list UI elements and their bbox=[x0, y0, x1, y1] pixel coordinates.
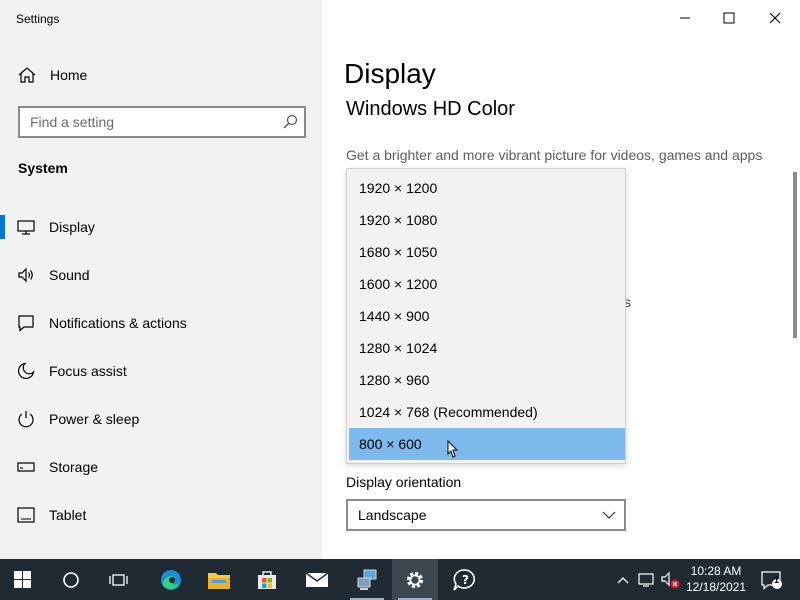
sidebar-item-power-sleep[interactable]: Power & sleep bbox=[0, 397, 322, 441]
home-label: Home bbox=[50, 67, 88, 83]
sidebar-item-focus-assist[interactable]: Focus assist bbox=[0, 349, 322, 393]
hd-color-description: Get a brighter and more vibrant picture … bbox=[346, 147, 763, 163]
resolution-option[interactable]: 1280 × 1024 bbox=[349, 332, 625, 364]
sidebar-item-tablet[interactable]: Tablet bbox=[0, 493, 322, 537]
chevron-down-icon bbox=[602, 511, 616, 519]
main-scrollbar[interactable] bbox=[792, 168, 798, 338]
resolution-option[interactable]: 1680 × 1050 bbox=[349, 236, 625, 268]
power-icon bbox=[18, 411, 34, 428]
search-icon[interactable] bbox=[282, 114, 298, 130]
option-label: 800 × 600 bbox=[359, 436, 422, 452]
mouse-cursor-icon bbox=[447, 440, 459, 458]
search-input[interactable] bbox=[30, 113, 270, 131]
resolution-option-selected[interactable]: 800 × 600 bbox=[349, 428, 625, 460]
feedback-hub-button[interactable]: ? bbox=[442, 559, 488, 600]
mail-icon bbox=[305, 571, 329, 587]
speaker-icon bbox=[18, 267, 33, 283]
resolution-option[interactable]: 1440 × 900 bbox=[349, 300, 625, 332]
option-label: 1280 × 960 bbox=[359, 372, 430, 388]
edge-app-button[interactable] bbox=[148, 559, 194, 600]
window-title: Settings bbox=[16, 12, 60, 26]
network-app-button[interactable] bbox=[344, 559, 390, 600]
sidebar-item-label: Power & sleep bbox=[49, 411, 140, 427]
network-tray-button[interactable] bbox=[636, 559, 658, 600]
sidebar-item-label: Sound bbox=[49, 267, 90, 283]
notification-icon bbox=[18, 315, 34, 332]
task-view-button[interactable] bbox=[96, 559, 142, 600]
file-explorer-icon bbox=[208, 572, 230, 589]
svg-text:?: ? bbox=[462, 573, 469, 587]
sidebar-item-partial[interactable] bbox=[18, 552, 34, 558]
sidebar-item-sound[interactable]: Sound bbox=[0, 253, 322, 297]
sidebar-item-notifications[interactable]: Notifications & actions bbox=[0, 301, 322, 345]
orientation-select[interactable]: Landscape bbox=[346, 499, 626, 531]
moon-icon bbox=[17, 362, 35, 380]
chevron-up-icon bbox=[617, 576, 629, 583]
sidebar-item-storage[interactable]: Storage bbox=[0, 445, 322, 489]
orientation-value: Landscape bbox=[358, 507, 427, 523]
resolution-option[interactable]: 1920 × 1200 bbox=[349, 172, 625, 204]
store-icon bbox=[258, 570, 276, 589]
sidebar-item-label: Display bbox=[49, 219, 95, 235]
display-icon bbox=[17, 220, 35, 235]
resolution-dropdown-list: 1920 × 1200 1920 × 1080 1680 × 1050 1600… bbox=[346, 168, 626, 464]
taskbar-search-button[interactable] bbox=[48, 559, 94, 600]
settings-sidebar: Settings Home System Display Sound bbox=[0, 0, 322, 559]
settings-icon bbox=[406, 571, 424, 588]
start-button[interactable] bbox=[0, 559, 46, 600]
volume-muted-icon bbox=[661, 571, 680, 588]
start-icon bbox=[14, 570, 31, 588]
scrollbar-thumb[interactable] bbox=[793, 172, 797, 338]
section-title: System bbox=[18, 160, 68, 176]
page-title: Display bbox=[344, 58, 436, 89]
resolution-option[interactable]: 1024 × 768 (Recommended) bbox=[349, 396, 625, 428]
option-label: 1600 × 1200 bbox=[359, 276, 438, 292]
task-view-icon bbox=[109, 573, 128, 586]
sidebar-item-label: Focus assist bbox=[49, 363, 127, 379]
option-label: 1920 × 1080 bbox=[359, 212, 438, 228]
settings-app-button[interactable] bbox=[392, 559, 438, 600]
tablet-icon bbox=[17, 507, 35, 523]
network-app-icon bbox=[357, 569, 377, 590]
store-button[interactable] bbox=[244, 559, 290, 600]
minimize-button[interactable] bbox=[670, 6, 700, 30]
storage-icon bbox=[17, 462, 35, 472]
option-label: 1280 × 1024 bbox=[359, 340, 438, 356]
resolution-option[interactable]: 1600 × 1200 bbox=[349, 268, 625, 300]
clock-date: 12/18/2021 bbox=[686, 580, 747, 594]
resolution-option[interactable]: 1920 × 1080 bbox=[349, 204, 625, 236]
option-label: 1920 × 1200 bbox=[359, 180, 438, 196]
volume-tray-button[interactable] bbox=[660, 559, 682, 600]
section-heading-hd-color: Windows HD Color bbox=[346, 98, 515, 120]
sidebar-item-display[interactable]: Display bbox=[0, 205, 322, 249]
resolution-option[interactable]: 1280 × 960 bbox=[349, 364, 625, 396]
file-explorer-button[interactable] bbox=[196, 559, 242, 600]
sidebar-item-label: Storage bbox=[49, 459, 99, 475]
home-icon bbox=[18, 67, 36, 83]
option-label: 1024 × 768 (Recommended) bbox=[359, 404, 538, 420]
sidebar-item-label: Tablet bbox=[49, 507, 87, 523]
system-clock[interactable]: 10:28 AM 12/18/2021 bbox=[686, 563, 746, 595]
close-button[interactable] bbox=[760, 6, 790, 30]
action-center-button[interactable]: 1 bbox=[756, 559, 786, 600]
home-nav-item[interactable]: Home bbox=[0, 60, 322, 90]
edge-icon bbox=[161, 569, 181, 590]
option-label: 1440 × 900 bbox=[359, 308, 430, 324]
orientation-label: Display orientation bbox=[346, 474, 462, 490]
clock-time: 10:28 AM bbox=[690, 564, 742, 578]
show-hidden-icons-button[interactable] bbox=[612, 559, 634, 600]
search-box[interactable] bbox=[18, 106, 306, 138]
feedback-hub-icon: ? bbox=[453, 568, 476, 591]
mail-button[interactable] bbox=[294, 559, 340, 600]
search-circle-icon bbox=[63, 571, 79, 588]
option-label: 1680 × 1050 bbox=[359, 244, 438, 260]
notification-count-badge: 1 bbox=[774, 575, 780, 585]
network-monitor-icon bbox=[638, 572, 654, 587]
sidebar-item-label: Notifications & actions bbox=[49, 315, 187, 331]
taskbar: ? 10:28 AM 12/18/2021 1 bbox=[0, 559, 800, 600]
maximize-button[interactable] bbox=[714, 6, 744, 30]
